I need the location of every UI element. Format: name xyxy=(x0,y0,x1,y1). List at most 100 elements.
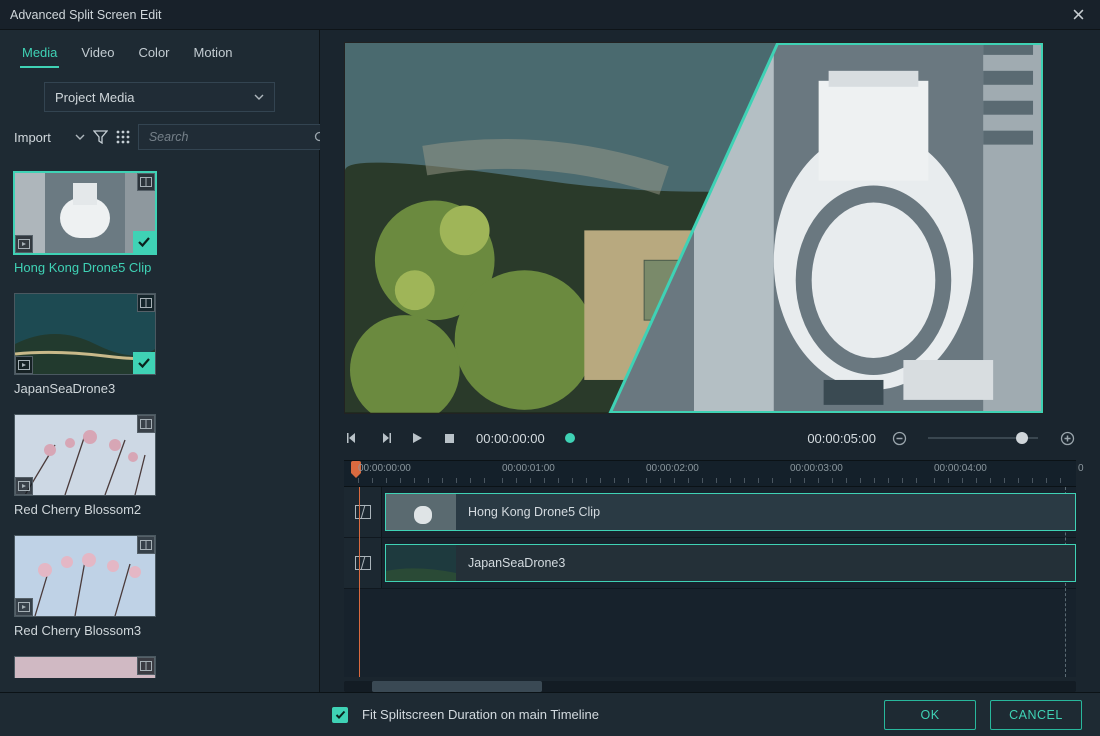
timeline-ruler[interactable]: 00:00:00:00 00:00:01:00 00:00:02:00 00:0… xyxy=(344,460,1076,486)
close-button[interactable] xyxy=(1066,3,1090,27)
search-box xyxy=(138,124,336,150)
transport-bar: 00:00:00:00 00:00:05:00 xyxy=(344,426,1076,450)
cancel-button[interactable]: CANCEL xyxy=(990,700,1082,730)
footer-bar: Fit Splitscreen Duration on main Timelin… xyxy=(0,692,1100,736)
grid-view-button[interactable] xyxy=(116,124,130,150)
play-icon xyxy=(411,432,423,444)
current-timecode: 00:00:00:00 xyxy=(476,431,545,446)
ruler-tick-label: 00:00:00:00 xyxy=(358,461,411,474)
clip-type-icon xyxy=(15,235,33,253)
scrollbar-thumb[interactable] xyxy=(372,681,542,692)
main-area: Media Video Color Motion Project Media I… xyxy=(0,30,1100,692)
filter-button[interactable] xyxy=(93,124,108,150)
media-list: Hong Kong Drone5 Clip JapanSeaD xyxy=(0,158,319,692)
clip-type-icon xyxy=(15,477,33,495)
filter-icon xyxy=(93,130,108,144)
fit-duration-label: Fit Splitscreen Duration on main Timelin… xyxy=(362,707,599,722)
thumbnail-image xyxy=(15,657,155,678)
close-icon xyxy=(1073,9,1084,20)
layout-indicator-icon xyxy=(137,173,155,191)
media-thumbnail[interactable] xyxy=(14,656,156,678)
timeline-clip[interactable]: Hong Kong Drone5 Clip xyxy=(382,487,1076,537)
next-frame-icon xyxy=(379,432,391,444)
media-item[interactable]: JapanSeaDrone3 xyxy=(14,293,305,396)
timeline-clip[interactable]: JapanSeaDrone3 xyxy=(382,538,1076,588)
window-title: Advanced Split Screen Edit xyxy=(10,8,161,22)
duration-timecode: 00:00:05:00 xyxy=(807,431,876,446)
media-item-label: Red Cherry Blossom2 xyxy=(14,502,305,517)
zoom-slider-handle[interactable] xyxy=(1016,432,1028,444)
tab-video[interactable]: Video xyxy=(69,39,126,68)
checkmark-icon xyxy=(335,710,346,720)
media-item[interactable]: Red Cherry Blossom2 xyxy=(14,414,305,517)
thumbnail-image xyxy=(15,415,155,495)
prev-frame-button[interactable] xyxy=(344,429,362,447)
layout-indicator-icon xyxy=(137,294,155,312)
chevron-down-icon xyxy=(254,94,264,100)
stop-button[interactable] xyxy=(440,429,458,447)
clip-type-icon xyxy=(15,598,33,616)
thumbnail-image xyxy=(15,536,155,616)
clip-thumbnail xyxy=(386,545,456,581)
app-window: Advanced Split Screen Edit Media Video C… xyxy=(0,0,1100,736)
preview-viewport[interactable] xyxy=(344,42,1044,414)
tab-color[interactable]: Color xyxy=(126,39,181,68)
search-input[interactable] xyxy=(147,129,314,145)
source-dropdown[interactable]: Project Media xyxy=(44,82,275,112)
tab-media[interactable]: Media xyxy=(10,39,69,68)
timeline-tracks: Hong Kong Drone5 Clip JapanSeaDrone3 xyxy=(344,487,1076,677)
layout-indicator-icon xyxy=(137,536,155,554)
ok-button[interactable]: OK xyxy=(884,700,976,730)
media-item[interactable]: Red Cherry Blossom3 xyxy=(14,535,305,638)
media-panel: Media Video Color Motion Project Media I… xyxy=(0,30,320,692)
ruler-tick-label: 00:00:01:00 xyxy=(502,461,555,474)
media-item-label: JapanSeaDrone3 xyxy=(14,381,305,396)
panel-tabs: Media Video Color Motion xyxy=(0,33,319,68)
preview-panel: 00:00:00:00 00:00:05:00 00:00:00:00 00:0… xyxy=(320,30,1100,692)
zoom-in-button[interactable] xyxy=(1058,429,1076,447)
zoom-out-button[interactable] xyxy=(890,429,908,447)
zoom-out-icon xyxy=(892,431,907,446)
media-item-label: Hong Kong Drone5 Clip xyxy=(14,260,305,275)
source-dropdown-label: Project Media xyxy=(55,90,134,105)
layout-indicator-icon xyxy=(137,657,155,675)
track-header[interactable] xyxy=(344,538,382,588)
play-button[interactable] xyxy=(408,429,426,447)
media-thumbnail[interactable] xyxy=(14,535,156,617)
stop-icon xyxy=(444,433,455,444)
media-item-label: Red Cherry Blossom3 xyxy=(14,623,305,638)
media-item[interactable] xyxy=(14,656,305,678)
next-frame-button[interactable] xyxy=(376,429,394,447)
timeline-track: Hong Kong Drone5 Clip xyxy=(344,487,1076,538)
track-header[interactable] xyxy=(344,487,382,537)
ruler-tick-label: 0 xyxy=(1078,461,1084,474)
clip-label: Hong Kong Drone5 Clip xyxy=(468,505,600,519)
clip-label: JapanSeaDrone3 xyxy=(468,556,565,570)
zoom-in-icon xyxy=(1060,431,1075,446)
import-button[interactable]: Import xyxy=(14,130,85,145)
fit-duration-checkbox[interactable] xyxy=(332,707,348,723)
chevron-down-icon xyxy=(75,134,85,140)
checkmark-icon xyxy=(133,231,155,253)
timeline-track: JapanSeaDrone3 xyxy=(344,538,1076,589)
media-thumbnail[interactable] xyxy=(14,293,156,375)
grid-icon xyxy=(116,130,130,144)
timeline-scrollbar[interactable] xyxy=(344,681,1076,692)
tab-motion[interactable]: Motion xyxy=(182,39,245,68)
clip-thumbnail xyxy=(386,494,456,530)
media-thumbnail[interactable] xyxy=(14,172,156,254)
ruler-tick-label: 00:00:03:00 xyxy=(790,461,843,474)
prev-frame-icon xyxy=(347,432,359,444)
media-toolbar: Import xyxy=(0,124,319,158)
import-label: Import xyxy=(14,130,51,145)
checkmark-icon xyxy=(133,352,155,374)
zoom-slider[interactable] xyxy=(928,437,1038,439)
clip-type-icon xyxy=(15,356,33,374)
media-item[interactable]: Hong Kong Drone5 Clip xyxy=(14,172,305,275)
ruler-tick-label: 00:00:04:00 xyxy=(934,461,987,474)
marker-dot-icon xyxy=(565,433,575,443)
ruler-tick-label: 00:00:02:00 xyxy=(646,461,699,474)
split-layout-icon xyxy=(355,556,371,570)
title-bar: Advanced Split Screen Edit xyxy=(0,0,1100,30)
media-thumbnail[interactable] xyxy=(14,414,156,496)
